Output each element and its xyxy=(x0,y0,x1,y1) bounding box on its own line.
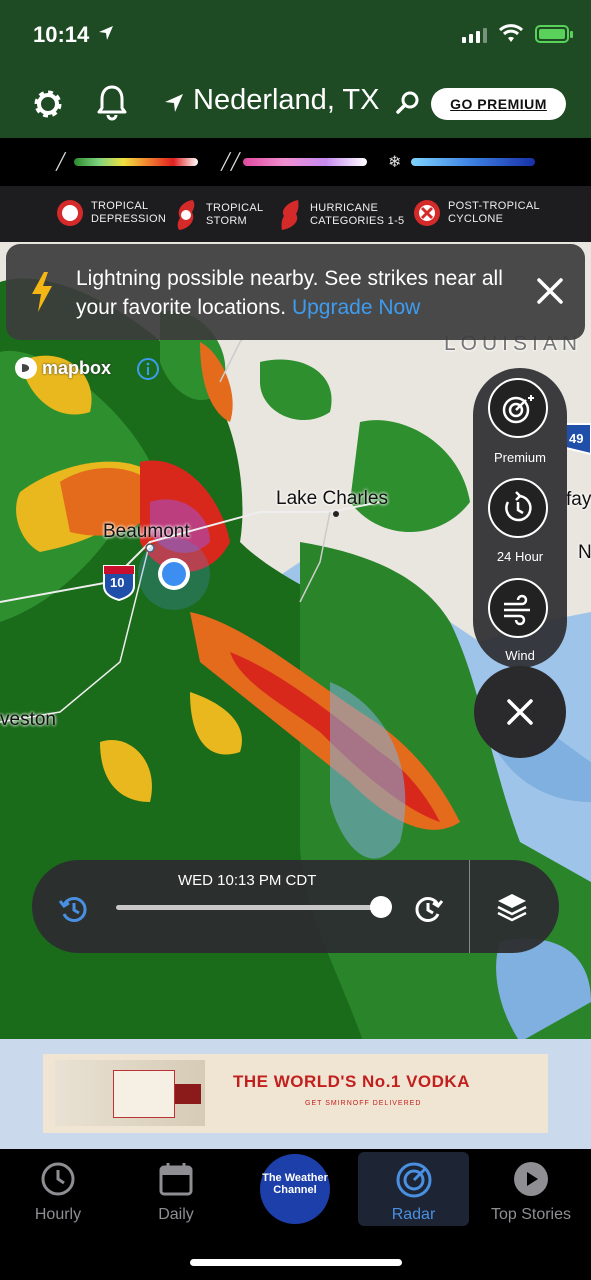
banner-close-icon[interactable] xyxy=(535,276,565,306)
legend-label-line2: CATEGORIES 1-5 xyxy=(310,215,405,227)
close-icon xyxy=(507,699,533,725)
tropical-depression-icon xyxy=(57,200,83,226)
calendar-icon xyxy=(159,1163,193,1196)
home-indicator[interactable] xyxy=(190,1259,402,1266)
go-premium-button[interactable]: GO PREMIUM xyxy=(431,88,566,120)
interstate-10-shield: 10 xyxy=(110,575,125,590)
tab-label: Radar xyxy=(391,1206,436,1223)
precipitation-legend: ╱ ╱╱ ❄ xyxy=(0,138,591,186)
tropical-legend: TROPICAL DEPRESSION TROPICAL STORM HURRICA… xyxy=(0,186,591,242)
lightning-alert-banner[interactable]: Lightning possible nearby. See strikes n… xyxy=(6,244,585,340)
banner-message: Lightning possible nearby. See strikes n… xyxy=(76,264,526,322)
mix-icon: ╱╱ xyxy=(221,154,241,171)
twc-logo-text: The Weather Channel xyxy=(262,1172,328,1196)
location-name[interactable]: Nederland, TX xyxy=(193,84,379,117)
mapbox-logo-icon xyxy=(15,357,37,379)
lightning-bolt-icon xyxy=(32,272,52,312)
mapbox-wordmark: mapbox xyxy=(42,357,112,378)
wifi-icon xyxy=(499,24,523,42)
city-label-lafayette: fay xyxy=(566,489,591,510)
city-label-beaumont: Beaumont xyxy=(103,521,190,542)
mix-scale-bar xyxy=(243,158,367,166)
hurricane-icon xyxy=(281,200,299,230)
snow-icon: ❄ xyxy=(388,154,402,171)
premium-radar-button[interactable] xyxy=(488,378,548,438)
legend-label-line1: TROPICAL xyxy=(91,200,149,212)
legend-label-line2: DEPRESSION xyxy=(91,213,167,225)
rewind-history-icon[interactable] xyxy=(56,892,90,926)
timeline-timestamp: WED 10:13 PM CDT xyxy=(178,872,317,889)
map-layer-controls: Premium 24 Hour Wind xyxy=(473,368,567,668)
legend-label-line1: TROPICAL xyxy=(206,202,264,214)
battery-icon xyxy=(535,25,573,43)
tropical-storm-icon xyxy=(177,200,195,230)
notifications-bell-icon[interactable] xyxy=(96,84,128,122)
premium-label: Premium xyxy=(493,450,546,465)
tab-top-stories[interactable]: Top Stories xyxy=(476,1149,586,1229)
tab-hourly[interactable]: Hourly xyxy=(3,1149,113,1229)
legend-label-line1: POST-TROPICAL xyxy=(448,200,540,212)
radar-timeline: WED 10:13 PM CDT xyxy=(32,860,559,953)
legend-tropical-storm: TROPICAL STORM xyxy=(172,198,263,232)
ad-subline: GET SMIRNOFF DELIVERED xyxy=(305,1100,422,1107)
cellular-signal-icon xyxy=(462,28,487,43)
banner-text: Lightning possible nearby. See strikes n… xyxy=(76,267,503,319)
current-location-arrow-icon xyxy=(165,94,183,112)
tab-label: Daily xyxy=(158,1206,194,1223)
ad-creative[interactable]: THE WORLD'S No.1 VODKA GET SMIRNOFF DELI… xyxy=(43,1054,548,1133)
mapbox-attribution[interactable]: mapbox xyxy=(14,356,111,380)
legend-label-line1: HURRICANE xyxy=(310,202,379,214)
tab-daily[interactable]: Daily xyxy=(121,1149,231,1229)
tab-radar[interactable]: Radar xyxy=(358,1152,469,1226)
city-label-galveston: veston xyxy=(0,709,56,730)
timeline-divider xyxy=(469,860,470,953)
bottle-label xyxy=(113,1070,175,1118)
24-hour-history-button[interactable] xyxy=(488,478,548,538)
tab-label: Hourly xyxy=(34,1206,82,1223)
city-label-lake-charles: Lake Charles xyxy=(276,488,388,509)
tab-label: Top Stories xyxy=(490,1206,572,1223)
wind-layer-button[interactable] xyxy=(488,578,548,638)
vodka-bottle-image xyxy=(55,1060,205,1126)
city-label-n: N xyxy=(578,542,591,563)
the-weather-channel-logo[interactable]: The Weather Channel xyxy=(260,1154,330,1224)
rain-icon: ╱ xyxy=(56,154,66,171)
snow-scale-bar xyxy=(411,158,535,166)
status-bar: 10:14 xyxy=(0,0,591,70)
map-info-icon[interactable] xyxy=(136,357,160,381)
post-tropical-cyclone-icon xyxy=(414,200,440,226)
legend-tropical-depression: TROPICAL DEPRESSION xyxy=(55,198,166,228)
bottle-neck xyxy=(175,1084,201,1104)
app-header: Nederland, TX GO PREMIUM xyxy=(0,70,591,138)
interstate-49-shield: 49 xyxy=(569,431,584,446)
24-hour-label: 24 Hour xyxy=(496,549,544,564)
timeline-slider-track[interactable] xyxy=(116,905,382,910)
map-layers-icon[interactable] xyxy=(495,890,529,924)
timeline-slider-thumb[interactable] xyxy=(370,896,392,918)
settings-gear-icon[interactable] xyxy=(30,86,66,122)
location-services-icon xyxy=(99,26,113,40)
close-controls-button[interactable] xyxy=(474,666,566,758)
search-icon[interactable] xyxy=(395,90,421,116)
forecast-clock-icon[interactable] xyxy=(412,892,446,926)
play-icon xyxy=(514,1162,548,1196)
advertisement-banner[interactable]: THE WORLD'S No.1 VODKA GET SMIRNOFF DELI… xyxy=(0,1039,591,1149)
ad-headline: THE WORLD'S No.1 VODKA xyxy=(233,1072,470,1091)
legend-label-line2: CYCLONE xyxy=(448,213,504,225)
rain-scale-bar xyxy=(74,158,198,166)
status-time: 10:14 xyxy=(33,22,90,47)
legend-post-tropical: POST-TROPICAL CYCLONE xyxy=(412,198,540,228)
upgrade-now-link[interactable]: Upgrade Now xyxy=(292,296,420,319)
radar-plus-icon xyxy=(502,395,534,424)
clock-icon xyxy=(41,1162,75,1196)
wind-icon xyxy=(504,594,530,626)
legend-hurricane: HURRICANE CATEGORIES 1-5 xyxy=(276,198,404,232)
legend-label-line2: STORM xyxy=(206,215,248,227)
wind-label: Wind xyxy=(505,648,535,663)
radar-icon xyxy=(396,1162,432,1198)
history-clock-icon xyxy=(505,491,532,522)
